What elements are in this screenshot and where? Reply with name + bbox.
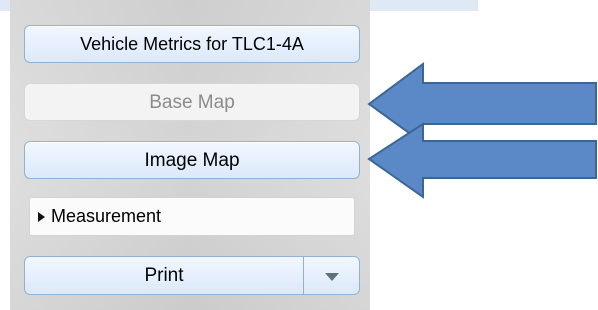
base-map-button[interactable]: Base Map bbox=[24, 83, 360, 121]
left-arrow-icon bbox=[367, 122, 597, 199]
vehicle-metrics-button[interactable]: Vehicle Metrics for TLC1-4A bbox=[24, 25, 360, 63]
measurement-section-toggle[interactable]: Measurement bbox=[29, 197, 355, 236]
image-map-button[interactable]: Image Map bbox=[24, 141, 360, 179]
disclosure-triangle-icon bbox=[38, 212, 45, 222]
measurement-label: Measurement bbox=[51, 206, 162, 226]
chevron-down-icon bbox=[324, 272, 339, 281]
print-button[interactable]: Print bbox=[25, 257, 304, 294]
screenshot-canvas: Vehicle Metrics for TLC1-4A Base Map Ima… bbox=[0, 0, 598, 310]
print-menu-button[interactable] bbox=[304, 257, 359, 294]
print-split-button: Print bbox=[24, 256, 360, 295]
